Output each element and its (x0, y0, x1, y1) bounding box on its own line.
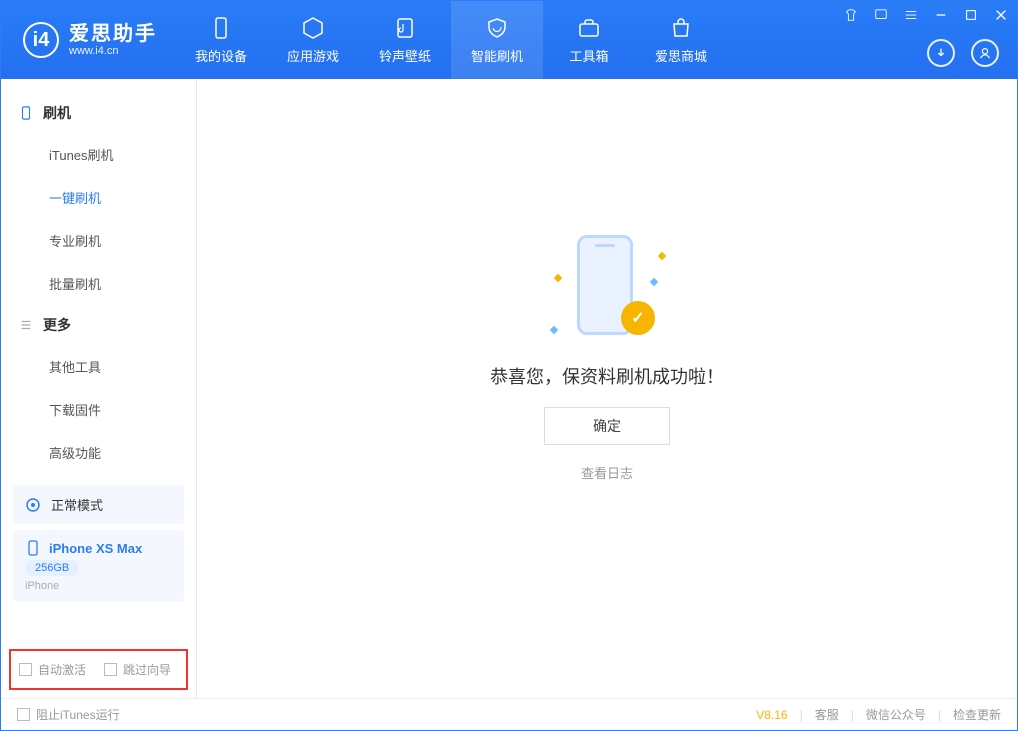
refresh-shield-icon (485, 16, 509, 40)
window-controls (843, 7, 1009, 23)
device-mode-label: 正常模式 (51, 495, 103, 514)
device-mode-row[interactable]: 正常模式 (13, 485, 184, 524)
phone-icon (19, 106, 33, 120)
device-type: iPhone (25, 580, 59, 592)
device-panel: 正常模式 iPhone XS Max 256GB iPhone (13, 485, 184, 608)
checkmark-icon: ✓ (621, 301, 655, 335)
device-info-row[interactable]: iPhone XS Max 256GB iPhone (13, 530, 184, 602)
nav-tab-toolbox[interactable]: 工具箱 (543, 1, 635, 79)
footer-link-check-update[interactable]: 检查更新 (953, 706, 1001, 723)
auto-activate-checkbox[interactable]: 自动激活 (19, 661, 86, 678)
toolbox-icon (577, 16, 601, 40)
sidebar-item-other-tools[interactable]: 其他工具 (1, 345, 196, 388)
device-name: iPhone XS Max (49, 541, 142, 556)
app-header: i4 爱思助手 www.i4.cn 我的设备 应用游戏 铃声壁纸 智能刷机 工具… (1, 1, 1017, 79)
flash-options-box: 自动激活 跳过向导 (9, 649, 188, 690)
main-content: ✓ 恭喜您，保资料刷机成功啦！ 确定 查看日志 (197, 79, 1017, 698)
sidebar-section-flash: 刷机 (1, 93, 196, 133)
sidebar-item-oneclick-flash[interactable]: 一键刷机 (1, 176, 196, 219)
phone-small-icon (25, 540, 41, 556)
sidebar-section-more: 更多 (1, 305, 196, 345)
maximize-button[interactable] (963, 7, 979, 23)
sidebar-item-download-firmware[interactable]: 下载固件 (1, 388, 196, 431)
nav-tab-my-device[interactable]: 我的设备 (175, 1, 267, 79)
close-button[interactable] (993, 7, 1009, 23)
download-icon[interactable] (927, 39, 955, 67)
cube-icon (301, 16, 325, 40)
nav-tab-store[interactable]: 爱思商城 (635, 1, 727, 79)
logo-area: i4 爱思助手 www.i4.cn (1, 22, 175, 58)
view-log-link[interactable]: 查看日志 (581, 463, 633, 482)
music-note-icon (393, 16, 417, 40)
prevent-itunes-checkbox[interactable]: 阻止iTunes运行 (17, 706, 120, 723)
sidebar-item-advanced[interactable]: 高级功能 (1, 431, 196, 474)
app-url: www.i4.cn (69, 45, 157, 57)
success-illustration: ✓ (547, 235, 667, 345)
device-storage-badge: 256GB (25, 560, 79, 576)
ok-button[interactable]: 确定 (544, 407, 670, 445)
list-icon (19, 318, 33, 332)
skip-guide-checkbox[interactable]: 跳过向导 (104, 661, 171, 678)
status-bar: 阻止iTunes运行 V8.16 | 客服 | 微信公众号 | 检查更新 (1, 698, 1017, 730)
nav-tab-smart-flash[interactable]: 智能刷机 (451, 1, 543, 79)
version-label: V8.16 (756, 708, 787, 722)
menu-icon[interactable] (903, 7, 919, 23)
main-nav: 我的设备 应用游戏 铃声壁纸 智能刷机 工具箱 爱思商城 (175, 1, 727, 79)
skin-icon[interactable] (843, 7, 859, 23)
sidebar-item-batch-flash[interactable]: 批量刷机 (1, 262, 196, 305)
footer-link-support[interactable]: 客服 (815, 706, 839, 723)
nav-tab-ringtones-wallpapers[interactable]: 铃声壁纸 (359, 1, 451, 79)
user-profile-icon[interactable] (971, 39, 999, 67)
app-title: 爱思助手 (69, 23, 157, 45)
nav-tab-apps-games[interactable]: 应用游戏 (267, 1, 359, 79)
feedback-icon[interactable] (873, 7, 889, 23)
sidebar-item-itunes-flash[interactable]: iTunes刷机 (1, 133, 196, 176)
shopping-bag-icon (669, 16, 693, 40)
footer-link-wechat[interactable]: 微信公众号 (866, 706, 926, 723)
app-logo-icon: i4 (23, 22, 59, 58)
device-icon (209, 16, 233, 40)
sidebar: 刷机 iTunes刷机 一键刷机 专业刷机 批量刷机 更多 其他工具 下载固件 … (1, 79, 197, 698)
success-message: 恭喜您，保资料刷机成功啦！ (490, 363, 724, 389)
minimize-button[interactable] (933, 7, 949, 23)
header-action-icons (927, 39, 999, 67)
sidebar-item-pro-flash[interactable]: 专业刷机 (1, 219, 196, 262)
mode-icon (25, 497, 41, 513)
